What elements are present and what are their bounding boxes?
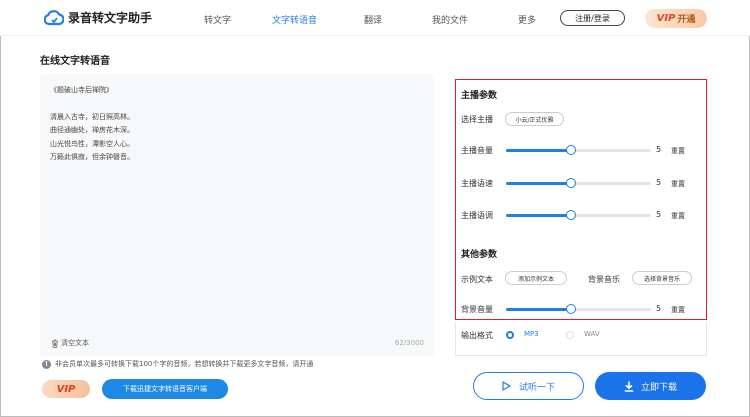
app-name: 录音转文字助手	[68, 11, 153, 25]
reset-button[interactable]: 重置	[671, 179, 685, 189]
radio-wav[interactable]	[566, 331, 574, 339]
anchor-speed-slider[interactable]	[506, 178, 651, 188]
member-notice: ! 非会员单次最多可转换下载100个字的音频，若想转换并下载更多文字音频，请开通	[42, 359, 313, 369]
anchor-volume-slider[interactable]	[506, 145, 651, 155]
settings-panel: 主播参数 选择主播 小云/正式优雅 主播音量 5 重置 主播语速 5 重置 主播…	[455, 79, 707, 320]
vip-open-button[interactable]: VIP 开通	[645, 9, 707, 28]
slider-handle[interactable]	[566, 178, 577, 188]
download-now-label: 立即下载	[640, 382, 677, 393]
nav-text-to-speech[interactable]: 文字转语音	[272, 13, 317, 26]
text-input-area[interactable]: 《题破山寺后禅院》 清晨入古寺，初日照高林。 曲径通幽处，禅房花木深。 山光悦鸟…	[40, 74, 434, 356]
poem-line: 山光悦鸟性，潭影空人心。	[50, 139, 134, 148]
char-counter: 62/3000	[394, 339, 424, 347]
slider-handle[interactable]	[566, 145, 577, 155]
select-bg-music-button[interactable]: 选择背景音乐	[632, 271, 692, 285]
poem-line: 曲径通幽处，禅房花木深。	[50, 126, 134, 134]
slider-label: 主播音量	[461, 146, 493, 155]
vip-open-logo: VIP	[656, 13, 676, 24]
select-anchor-label: 选择主播	[461, 115, 493, 124]
slider-fill	[506, 182, 572, 185]
nav-my-files[interactable]: 我的文件	[432, 13, 468, 26]
slider-handle[interactable]	[566, 304, 577, 314]
anchor-select-button[interactable]: 小云/正式优雅	[505, 112, 564, 126]
bg-volume-slider[interactable]	[506, 304, 651, 314]
slider-value: 5	[656, 178, 662, 187]
slider-label: 主播语调	[461, 211, 493, 220]
output-format-section: 输出格式 MP3 WAV	[455, 322, 707, 356]
app-logo[interactable]: 录音转文字助手	[44, 9, 152, 26]
trash-icon	[52, 339, 58, 348]
info-icon: !	[42, 359, 51, 369]
nav-translate[interactable]: 翻译	[364, 13, 382, 26]
radio-mp3[interactable]	[506, 331, 514, 339]
notice-text: 非会员单次最多可转换下载100个字的音频，若想转换并下载更多文字音频，请开通	[55, 360, 314, 368]
preview-listen-button[interactable]: 试听一下	[473, 372, 584, 400]
bg-music-label: 背景音乐	[588, 275, 620, 284]
poem-line: 万籁此俱寂，但余钟磬音。	[50, 153, 134, 161]
slider-value: 5	[656, 210, 662, 219]
nav-speech-to-text[interactable]: 转文字	[204, 13, 231, 26]
slider-label: 主播语速	[461, 179, 493, 188]
add-sample-text-button[interactable]: 添加示例文本	[505, 271, 567, 285]
radio-wav-label[interactable]: WAV	[584, 330, 600, 338]
download-icon	[624, 381, 634, 392]
cloud-logo-icon	[44, 10, 64, 26]
poem-title: 《题破山寺后禅院》	[50, 86, 113, 94]
login-button[interactable]: 注册/登录	[560, 10, 625, 26]
vip-badge[interactable]: VIP	[42, 380, 90, 398]
nav-more[interactable]: 更多	[518, 13, 536, 26]
vip-open-label: 开通	[677, 15, 696, 25]
radio-mp3-label[interactable]: MP3	[524, 330, 539, 338]
slider-value: 5	[656, 145, 662, 154]
download-now-button[interactable]: 立即下载	[595, 372, 706, 400]
anchor-params-title: 主播参数	[461, 91, 498, 101]
other-params-title: 其他参数	[461, 250, 498, 260]
clear-text-button[interactable]: 清空文本	[51, 338, 89, 348]
clear-text-label: 清空文本	[61, 339, 89, 347]
preview-listen-label: 试听一下	[518, 382, 555, 393]
slider-handle[interactable]	[566, 210, 577, 220]
play-icon	[502, 381, 511, 391]
reset-button[interactable]: 重置	[671, 305, 685, 315]
slider-label: 背景音量	[461, 305, 493, 314]
reset-button[interactable]: 重置	[671, 211, 685, 221]
download-client-button[interactable]: 下载迅捷文字转语音客户端	[102, 379, 228, 399]
slider-fill	[506, 214, 572, 217]
top-header: 录音转文字助手 转文字 文字转语音 翻译 我的文件 更多 注册/登录 VIP 开…	[0, 0, 750, 36]
poem-line: 清晨入古寺，初日照高林。	[50, 112, 134, 121]
reset-button[interactable]: 重置	[671, 146, 685, 156]
output-format-label: 输出格式	[461, 331, 493, 340]
slider-value: 5	[656, 304, 662, 313]
page-title: 在线文字转语音	[40, 56, 110, 67]
slider-fill	[506, 308, 572, 311]
sample-text-label: 示例文本	[461, 275, 493, 284]
slider-fill	[506, 149, 572, 152]
anchor-pitch-slider[interactable]	[506, 210, 651, 220]
text-content[interactable]: 《题破山寺后禅院》 清晨入古寺，初日照高林。 曲径通幽处，禅房花木深。 山光悦鸟…	[50, 84, 134, 165]
